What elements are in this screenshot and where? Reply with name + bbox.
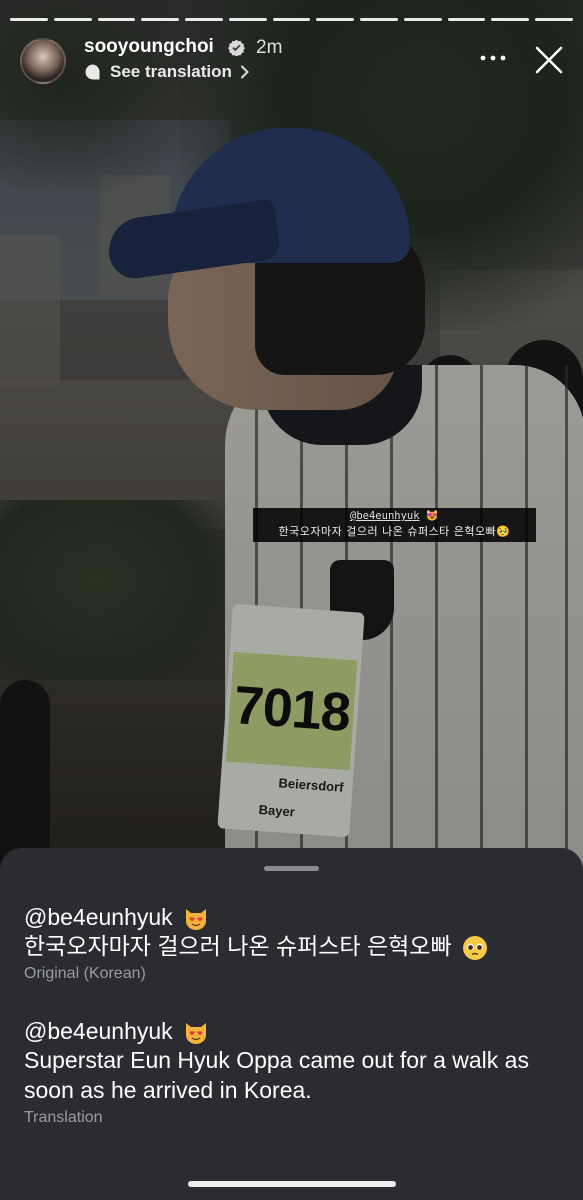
story-timestamp: 2m bbox=[256, 37, 283, 58]
chevron-right-icon bbox=[240, 65, 249, 79]
see-translation-button[interactable]: See translation bbox=[84, 62, 250, 82]
avatar[interactable] bbox=[20, 38, 66, 84]
sticker-mention[interactable]: @be4eunhyuk bbox=[350, 510, 420, 522]
story-progress-bar bbox=[10, 18, 573, 21]
story-progress-segment bbox=[141, 18, 180, 21]
translated-mention[interactable]: @be4eunhyuk bbox=[24, 1018, 173, 1045]
story-progress-segment bbox=[447, 18, 486, 21]
translated-text: Superstar Eun Hyuk Oppa came out for a w… bbox=[24, 1047, 529, 1103]
story-progress-segment bbox=[535, 18, 573, 21]
pleading-face-emoji bbox=[463, 935, 487, 960]
close-icon[interactable] bbox=[533, 44, 565, 76]
home-indicator[interactable] bbox=[188, 1181, 396, 1187]
more-icon[interactable] bbox=[478, 48, 508, 68]
heart-eyes-cat-emoji bbox=[185, 1022, 206, 1044]
story-progress-segment bbox=[316, 18, 355, 21]
story-progress-segment bbox=[97, 18, 136, 21]
original-text-row: 한국오자마자 걸으러 나온 슈퍼스타 은혁오빠 bbox=[24, 931, 564, 961]
translate-icon bbox=[85, 64, 100, 80]
translated-mention-row: @be4eunhyuk bbox=[24, 1018, 564, 1045]
story-progress-segment bbox=[403, 18, 442, 21]
translation-bottom-sheet: @be4eunhyuk 한국오자마자 걸으러 나온 슈퍼스타 은혁오빠 Orig… bbox=[0, 848, 583, 1200]
original-mention[interactable]: @be4eunhyuk bbox=[24, 904, 173, 931]
see-translation-label: See translation bbox=[110, 62, 232, 81]
story-progress-segment bbox=[228, 18, 267, 21]
story-progress-segment bbox=[10, 18, 48, 21]
original-text: 한국오자마자 걸으러 나온 슈퍼스타 은혁오빠 bbox=[24, 933, 452, 959]
story-username[interactable]: sooyoungchoi bbox=[84, 36, 214, 58]
original-mention-row: @be4eunhyuk bbox=[24, 904, 564, 931]
photo-dim-overlay bbox=[0, 0, 583, 870]
translated-caption-block: @be4eunhyuk Superstar Eun Hyuk Oppa came… bbox=[24, 1018, 564, 1127]
story-progress-segment bbox=[272, 18, 311, 21]
story-photo: 7018 Beiersdorf Bayer bbox=[0, 0, 583, 870]
story-progress-segment bbox=[491, 18, 530, 21]
story-progress-segment bbox=[53, 18, 92, 21]
heart-eyes-cat-emoji: 😻 bbox=[425, 510, 439, 522]
heart-eyes-cat-emoji bbox=[185, 908, 206, 930]
story-progress-segment bbox=[185, 18, 223, 21]
original-language-label: Original (Korean) bbox=[24, 965, 146, 982]
sheet-drag-handle[interactable] bbox=[264, 866, 319, 871]
verified-badge-icon bbox=[228, 39, 245, 56]
story-progress-segment bbox=[360, 18, 398, 21]
story-caption-sticker[interactable]: @be4eunhyuk 😻 한국오자마자 걸으러 나온 슈퍼스타 은혁오빠🥺 bbox=[253, 508, 536, 542]
translation-label: Translation bbox=[24, 1109, 103, 1126]
pleading-face-emoji: 🥺 bbox=[496, 525, 511, 538]
original-caption-block: @be4eunhyuk 한국오자마자 걸으러 나온 슈퍼스타 은혁오빠 Orig… bbox=[24, 904, 564, 983]
sticker-text: 한국오자마자 걸으러 나온 슈퍼스타 은혁오빠 bbox=[278, 525, 497, 538]
